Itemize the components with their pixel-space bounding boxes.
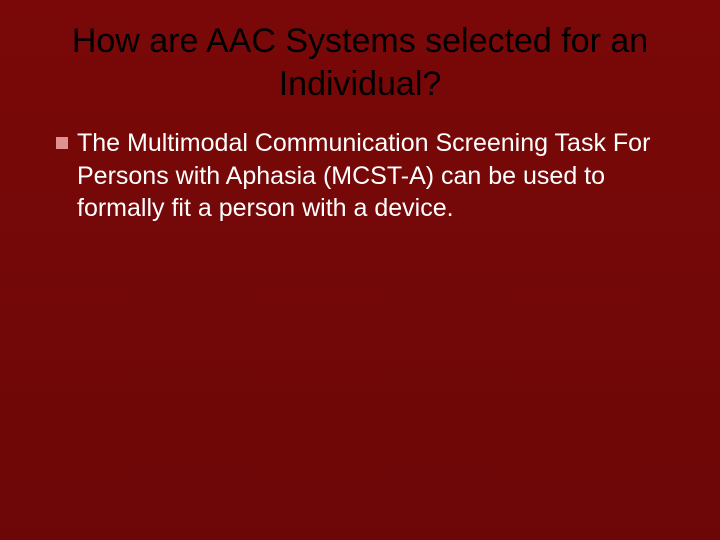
bullet-text: The Multimodal Communication Screening T… (77, 127, 670, 225)
slide-title: How are AAC Systems selected for an Indi… (50, 20, 670, 105)
square-bullet-icon (56, 137, 68, 149)
slide-container: How are AAC Systems selected for an Indi… (0, 0, 720, 540)
bullet-item: The Multimodal Communication Screening T… (50, 127, 670, 225)
